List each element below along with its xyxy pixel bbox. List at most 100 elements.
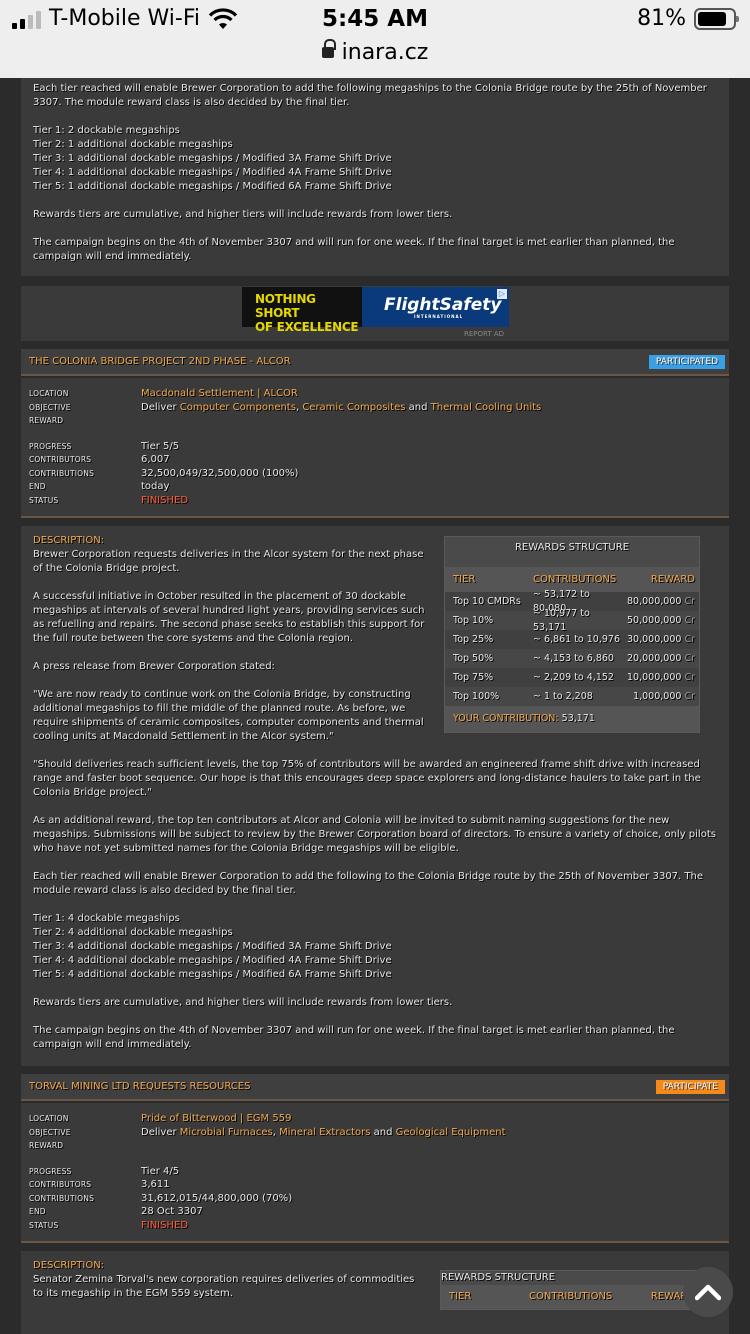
credits-unit: Cr [684,595,695,607]
rewards-title: REWARDS STRUCTURE [445,537,699,568]
cg-location-link[interactable]: Macdonald Settlement | ALCOR [141,388,298,399]
col-reward: REWARD [650,574,695,585]
col-tier: TIER [453,574,476,585]
desc-para: Brewer Corporation requests deliveries i… [33,549,424,574]
desc-para: "We are now ready to continue work on th… [33,689,424,742]
report-ad-link[interactable]: REPORT AD [464,330,504,338]
desc-tier-list: Tier 1: 4 dockable megaships Tier 2: 4 a… [33,913,392,980]
rewards-structure-table: REWARDS STRUCTURE TIER CONTRIBUTIONS REW… [440,1270,700,1310]
ad-slogan: NOTHING SHORT OF EXCELLENCE [242,287,362,334]
url-text: inara.cz [341,40,429,65]
cg-description: DESCRIPTION: Senator Zemina Torval's new… [21,1251,729,1334]
participate-button[interactable]: PARTICIPATE [655,1079,725,1094]
ad-container: NOTHING SHORT OF EXCELLENCE FlightSafety… [21,286,729,341]
label-location: LOCATION [29,389,69,399]
cg-progress: Tier 4/5 [141,1165,180,1177]
table-row: Top 75% ~ 2,209 to 4,152 10,000,000 Cr [445,668,699,687]
reward-contrib: ~ 6,861 to 10,976 [533,633,620,645]
your-contribution: YOUR CONTRIBUTION: 53,171 [445,706,699,732]
ad-brand: FlightSafety INTERNATIONAL [362,287,509,327]
credits-unit: Cr [684,671,695,683]
rewards-header: TIER CONTRIBUTIONS REWARD [441,1285,699,1309]
desc-para: A press release from Brewer Corporation … [33,661,275,672]
table-row: Top 100% ~ 1 to 2,208 1,000,000 Cr [445,687,699,706]
commodity-link[interactable]: Ceramic Composites [302,402,405,413]
battery-status: 81% [637,6,739,31]
table-row: Top 10% ~ 10,977 to 53,171 50,000,000 Cr [445,608,699,633]
scroll-to-top-button[interactable] [683,1267,733,1317]
ad-line2: OF EXCELLENCE [255,320,359,334]
and-text: and [373,1126,393,1138]
credits-unit: Cr [684,633,695,645]
credits-unit: Cr [684,652,695,664]
cg-location-link[interactable]: Pride of Bitterwood | EGM 559 [141,1113,291,1124]
cg-status: FINISHED [141,1219,189,1231]
commodity-link[interactable]: Thermal Cooling Units [431,402,542,413]
label-contributors: CONTRIBUTORS [29,455,92,465]
lock-icon [321,38,336,61]
cg-header: TORVAL MINING LTD REQUESTS RESOURCES PAR… [21,1074,729,1101]
label-status: STATUS [29,1220,59,1230]
desc-para: The campaign begins on the 4th of Novemb… [33,1025,675,1050]
battery-percent: 81% [637,6,686,31]
label-contributions: CONTRIBUTIONS [29,1193,95,1203]
reward-contrib: ~ 4,153 to 6,860 [533,652,614,664]
deliver-text: Deliver [141,1126,177,1138]
cg-info: LOCATION Macdonald Settlement | ALCOR OBJ… [21,378,729,518]
previous-cg-description: Each tier reached will enable Brewer Cor… [21,78,729,276]
cg-progress: Tier 5/5 [141,440,180,452]
ad-brand-name: FlightSafety [384,295,502,315]
rewards-title: REWARDS STRUCTURE [441,1272,556,1283]
top-para: The campaign begins on the 4th of Novemb… [33,237,675,262]
rewards-structure-table: REWARDS STRUCTURE TIER CONTRIBUTIONS REW… [444,536,700,733]
battery-icon [694,7,739,30]
reward-contrib: ~ 1 to 2,208 [533,690,593,702]
reward-value: 80,000,000 [627,595,682,607]
col-tier: TIER [449,1291,472,1302]
reward-value: 30,000,000 [627,633,682,645]
cg-title[interactable]: TORVAL MINING LTD REQUESTS RESOURCES [29,1081,250,1092]
your-contribution-value: 53,171 [561,713,595,724]
cg-title[interactable]: THE COLONIA BRIDGE PROJECT 2ND PHASE - A… [29,356,291,367]
label-reward: REWARD [29,1141,64,1151]
cg-end: 28 Oct 3307 [141,1206,203,1218]
cg-info: LOCATION Pride of Bitterwood | EGM 559 OB… [21,1103,729,1243]
chevron-up-icon [695,1284,721,1301]
cg-header: THE COLONIA BRIDGE PROJECT 2ND PHASE - A… [21,349,729,376]
participated-badge[interactable]: PARTICIPATED [648,354,725,369]
commodity-link[interactable]: Microbial Furnaces [180,1127,273,1138]
reward-value: 20,000,000 [627,652,682,664]
cg-contributions: 31,612,015/44,800,000 (70%) [141,1192,293,1204]
cg-contributions: 32,500,049/32,500,000 (100%) [141,467,299,479]
cg-objective: Deliver Computer Components, Ceramic Com… [141,401,542,413]
cg-end: today [141,481,170,493]
ad-line1: NOTHING SHORT [255,292,316,320]
reward-tier: Top 10% [453,614,494,626]
reward-contrib: ~ 10,977 to 53,171 [533,607,590,633]
deliver-text: Deliver [141,401,177,413]
cg-status: FINISHED [141,494,189,506]
reward-value: 10,000,000 [627,671,682,683]
reward-tier: Top 25% [453,633,494,645]
commodity-link[interactable]: Geological Equipment [396,1127,506,1138]
desc-para: A successful initiative in October resul… [33,591,425,644]
reward-value: 1,000,000 [633,690,682,702]
commodity-link[interactable]: Mineral Extractors [279,1127,370,1138]
desc-para: "Should deliveries reach sufficient leve… [33,759,701,798]
cg-contributors: 6,007 [141,454,170,466]
col-contributions: CONTRIBUTIONS [529,1291,613,1302]
table-row: Top 25% ~ 6,861 to 10,976 30,000,000 Cr [445,630,699,649]
reward-contrib: ~ 2,209 to 4,152 [533,671,614,683]
label-objective: OBJECTIVE [29,402,71,412]
ad-brand-sub: INTERNATIONAL [414,314,464,319]
label-progress: PROGRESS [29,1166,72,1176]
address-bar[interactable]: inara.cz [0,38,750,65]
commodity-link[interactable]: Computer Components [180,402,296,413]
ad-banner[interactable]: NOTHING SHORT OF EXCELLENCE FlightSafety… [242,287,509,334]
label-progress: PROGRESS [29,441,72,451]
and-text: and [408,401,428,413]
credits-unit: Cr [684,690,695,702]
top-tier-list: Tier 1: 2 dockable megaships Tier 2: 1 a… [33,125,392,192]
cg-objective: Deliver Microbial Furnaces, Mineral Extr… [141,1126,506,1138]
ad-choices-icon[interactable]: ▷ [497,289,507,299]
